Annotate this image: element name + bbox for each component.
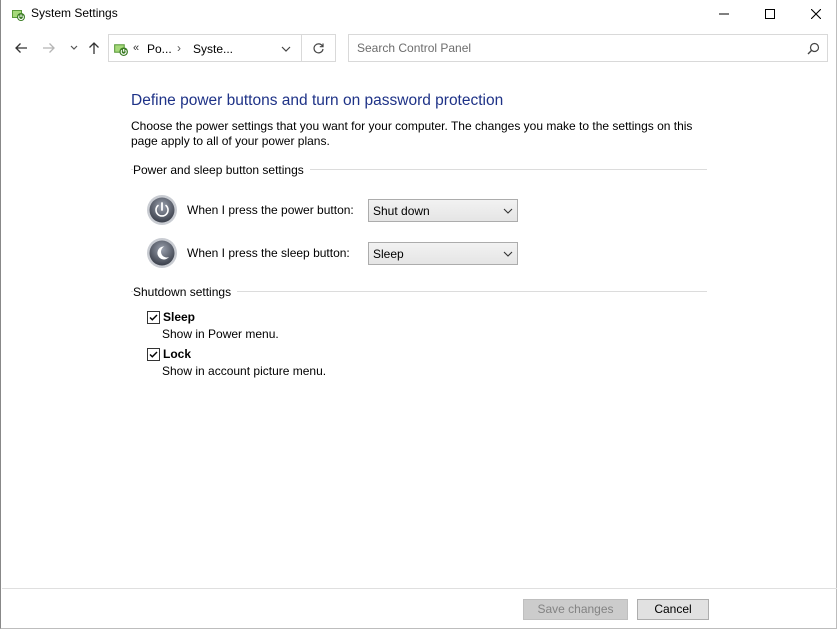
sleep-checkbox-description: Show in Power menu.	[162, 327, 279, 341]
checkmark-icon	[149, 351, 158, 358]
sleep-button-action-select[interactable]: Sleep	[368, 242, 518, 265]
minimize-button[interactable]	[701, 0, 747, 28]
sleep-checkbox-label[interactable]: Sleep	[163, 310, 195, 324]
up-button[interactable]	[84, 37, 104, 59]
power-options-icon	[10, 6, 26, 22]
forward-arrow-icon	[43, 43, 55, 53]
search-icon[interactable]	[807, 42, 820, 55]
sleep-button-action-value: Sleep	[373, 247, 404, 261]
power-button-action-value: Shut down	[373, 204, 430, 218]
address-bar[interactable]: « Po... › Syste...	[108, 34, 302, 62]
navigation-bar: « Po... › Syste...	[1, 32, 836, 66]
refresh-icon	[313, 42, 324, 53]
chevron-down-icon	[70, 45, 78, 50]
chevron-down-icon	[503, 208, 513, 214]
power-button-action-select[interactable]: Shut down	[368, 199, 518, 222]
checkmark-icon	[149, 314, 158, 321]
window-title: System Settings	[31, 6, 118, 20]
title-bar[interactable]: System Settings	[1, 0, 836, 28]
lock-checkbox-description: Show in account picture menu.	[162, 364, 327, 378]
back-button[interactable]	[11, 37, 31, 59]
back-arrow-icon	[15, 43, 27, 53]
refresh-button[interactable]	[302, 34, 336, 62]
close-icon	[811, 9, 821, 19]
lock-checkbox-label[interactable]: Lock	[163, 347, 191, 361]
sleep-button-label: When I press the sleep button:	[187, 246, 350, 260]
breadcrumb-separator[interactable]: ›	[177, 41, 181, 55]
power-options-icon	[112, 40, 129, 57]
up-arrow-icon	[89, 42, 99, 54]
chevron-down-icon	[503, 251, 513, 257]
breadcrumb-system-settings[interactable]: Syste...	[193, 42, 233, 56]
forward-button[interactable]	[39, 37, 59, 59]
power-sleep-group-label: Power and sleep button settings	[133, 163, 310, 177]
power-button-icon	[146, 194, 178, 226]
close-button[interactable]	[793, 0, 838, 28]
maximize-icon	[765, 9, 775, 19]
address-dropdown-icon[interactable]	[279, 42, 293, 56]
recent-locations-button[interactable]	[64, 37, 84, 59]
sleep-button-icon	[146, 237, 178, 269]
search-input[interactable]	[349, 35, 797, 61]
save-changes-button[interactable]: Save changes	[523, 599, 628, 620]
address-overflow[interactable]: «	[133, 42, 139, 54]
minimize-icon	[719, 13, 729, 15]
footer-divider	[2, 588, 837, 589]
search-box[interactable]	[348, 34, 828, 62]
maximize-button[interactable]	[747, 0, 793, 28]
cancel-button[interactable]: Cancel	[637, 599, 709, 620]
page-title: Define power buttons and turn on passwor…	[131, 92, 504, 109]
sleep-checkbox[interactable]	[147, 311, 160, 324]
page-description: Choose the power settings that you want …	[131, 119, 693, 148]
power-button-label: When I press the power button:	[187, 203, 354, 217]
breadcrumb-power-options[interactable]: Po...	[147, 42, 172, 56]
lock-checkbox[interactable]	[147, 348, 160, 361]
shutdown-group-label: Shutdown settings	[133, 285, 238, 299]
system-settings-window: System Settings « Po... › Syste... Searc…	[0, 0, 837, 629]
